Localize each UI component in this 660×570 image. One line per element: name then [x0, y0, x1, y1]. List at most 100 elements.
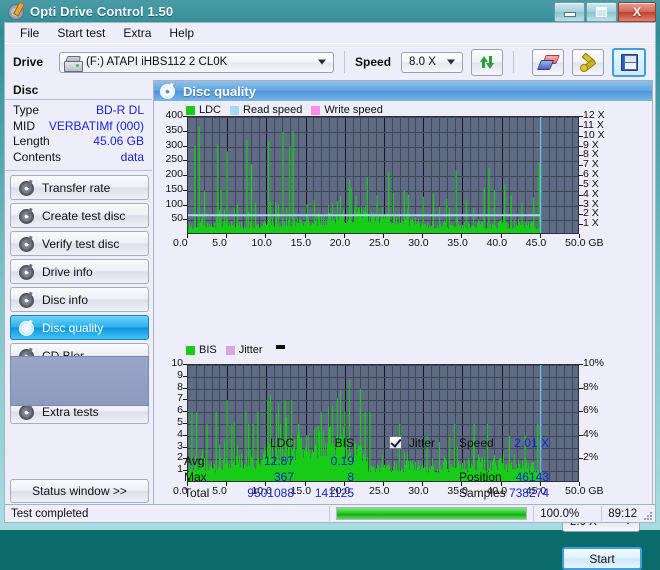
drive-label: Drive	[13, 55, 44, 69]
disc-icon	[19, 179, 34, 196]
disc-quality-ldc-chart-y-tick-right: 7 X	[583, 158, 599, 171]
disc-icon	[19, 235, 34, 252]
disc-info-row: MID VERBATIMf (000)	[13, 119, 144, 135]
disc-info-row: Contents data	[13, 150, 144, 166]
disc-quality-bis-chart-y-tickmark-right	[579, 411, 583, 413]
sidebar-item-drive-info[interactable]: Drive info	[10, 259, 149, 284]
jitter-checkbox[interactable]	[389, 436, 402, 449]
disc-quality-ldc-chart-x-tick: 30.0	[408, 237, 429, 249]
speed-select[interactable]: 8.0 X	[401, 51, 464, 73]
disc-quality-ldc-chart-y-tickmark-left	[183, 219, 187, 221]
menu-extra[interactable]: Extra	[114, 24, 160, 42]
disc-icon	[19, 291, 34, 308]
save-button[interactable]	[612, 47, 647, 77]
disc-icon	[19, 319, 34, 336]
legend-swatch-bis	[186, 345, 195, 355]
disc-quality-ldc-chart-y-tick-right: 3 X	[583, 197, 599, 210]
disc-quality-ldc-chart-y-tickmark-right	[579, 224, 583, 226]
disc-quality-ldc-chart-y-tickmark-right	[579, 145, 583, 147]
disc-quality-bis-chart-y-tickmark-left	[183, 411, 187, 413]
close-button[interactable]: X	[618, 2, 656, 22]
chevron-down-icon	[447, 59, 456, 65]
row-label-total: Total	[184, 486, 210, 500]
sidebar-item-verify-test-disc[interactable]: Verify test disc	[10, 231, 149, 256]
menu-help[interactable]: Help	[160, 24, 203, 42]
disc-quality-ldc-chart-x-tickmark	[226, 234, 228, 238]
disc-type-value: BD-R DL	[95, 103, 144, 117]
menu-bar: File Start test Extra Help	[5, 23, 655, 43]
status-window-button[interactable]: Status window >>	[10, 479, 149, 503]
disc-quality-ldc-chart-x-tick: 0.0	[173, 237, 188, 249]
chevron-down-icon	[318, 59, 327, 65]
disc-quality-ldc-chart-y-tickmark-right	[579, 165, 583, 167]
disc-quality-ldc-chart-y-tick-left: 200	[165, 168, 183, 180]
menu-file[interactable]: File	[11, 24, 48, 42]
close-icon: X	[632, 5, 641, 19]
disc-quality-ldc-chart-y-tick-right: 11 X	[583, 118, 604, 131]
disc-mid-value: VERBATIMf (000)	[48, 118, 144, 133]
legend-marker-extra	[275, 345, 285, 349]
disc-length-label: Length	[13, 134, 50, 148]
disc-contents-value: data	[120, 149, 144, 164]
sidebar-item-disc-info[interactable]: Disc info	[10, 287, 149, 312]
disc-quality-ldc-chart-x-tickmark	[461, 234, 463, 238]
sidebar: Disc Type BD-R DL MID VERBATIMf (000) Le…	[5, 80, 152, 507]
disc-quality-ldc-chart-y-tick-right: 2 X	[583, 207, 599, 220]
disc-quality-ldc-chart-x-tickmark	[579, 234, 580, 238]
sidebar-item-disc-quality[interactable]: Disc quality	[10, 315, 149, 340]
refresh-button[interactable]	[471, 48, 504, 76]
status-message: Test completed	[11, 507, 89, 520]
disc-quality-bis-chart-y-tick-left: 6	[177, 404, 183, 417]
minimize-button[interactable]	[554, 2, 585, 22]
sidebar-filler	[10, 356, 149, 406]
resize-grip[interactable]	[642, 510, 652, 520]
speed-label: Speed	[355, 55, 392, 69]
value-avg-bis: 0.19	[330, 454, 354, 468]
disc-quality-ldc-chart-x-tick: 25.0	[369, 237, 390, 249]
disc-quality-bis-chart-y-tick-right: 6%	[583, 404, 599, 417]
disc-length-value: 45.06 GB	[93, 134, 144, 148]
sidebar-item-create-test-disc[interactable]: Create test disc	[10, 203, 149, 228]
disc-info-row: Type BD-R DL	[13, 103, 144, 119]
erase-button[interactable]	[532, 48, 565, 76]
disc-quality-ldc-chart-y-tick-left: 300	[165, 138, 183, 151]
disc-quality-ldc-chart-y-tickmark-left	[183, 145, 187, 147]
jitter-checkbox-label: Jitter	[409, 436, 436, 450]
toolbar-divider-2	[513, 51, 515, 73]
disc-quality-ldc-chart-x-tickmark	[304, 234, 306, 238]
disc-quality-ldc-chart-x-tickmark	[187, 234, 188, 238]
disc-info-panel: Type BD-R DL MID VERBATIMf (000) Length …	[5, 100, 152, 171]
drive-select[interactable]: (F:) ATAPI iHBS112 2 CL0K	[59, 51, 335, 73]
save-icon	[620, 53, 638, 71]
disc-quality-ldc-chart-y-tickmark-right	[579, 155, 583, 157]
legend-label-read-speed: Read speed	[243, 104, 303, 116]
content-header: Disc quality	[154, 81, 652, 101]
maximize-button[interactable]	[586, 2, 617, 22]
disc-quality-ldc-chart-y-tick-right: 5 X	[583, 177, 599, 190]
content-panel: Disc quality LDC Read speed Write speed …	[153, 80, 653, 570]
sidebar-item-transfer-rate[interactable]: Transfer rate	[10, 175, 149, 200]
progress-bar	[336, 507, 528, 520]
disc-quality-ldc-chart-y-tickmark-left	[183, 204, 187, 206]
title-bar: Opti Drive Control 1.50 X	[0, 0, 660, 22]
disc-quality-bis-chart-y-tick-right: 10%	[583, 357, 605, 369]
sidebar-item-label: Disc quality	[42, 320, 104, 335]
wrench-icon	[580, 52, 597, 72]
status-bar: Test completed 100.0% 89:12	[4, 504, 656, 523]
disc-quality-ldc-chart-y-tickmark-right	[579, 204, 583, 206]
menu-start-test[interactable]: Start test	[48, 24, 114, 42]
start-button[interactable]: Start	[562, 547, 642, 570]
row-label-avg: Avg	[184, 454, 205, 468]
settings-button[interactable]	[572, 48, 605, 76]
col-header-bis: BIS	[334, 436, 354, 450]
sidebar-item-label: Create test disc	[42, 208, 126, 223]
disc-quality-ldc-chart-y-tickmark-right	[579, 184, 583, 186]
value-avg-ldc: 12.87	[263, 454, 294, 468]
disc-quality-bis-chart-y-tick-left: 9	[177, 368, 183, 381]
disc-quality-bis-chart-y-tick-left: 10	[171, 357, 183, 369]
disc-info-row: Length 45.06 GB	[13, 134, 144, 150]
value-max-bis: 8	[347, 470, 354, 484]
disc-quality-ldc-chart-y-tick-left: 100	[165, 197, 183, 210]
disc-quality-ldc-chart-y-tickmark-right	[579, 175, 583, 176]
disc-icon	[19, 207, 34, 224]
